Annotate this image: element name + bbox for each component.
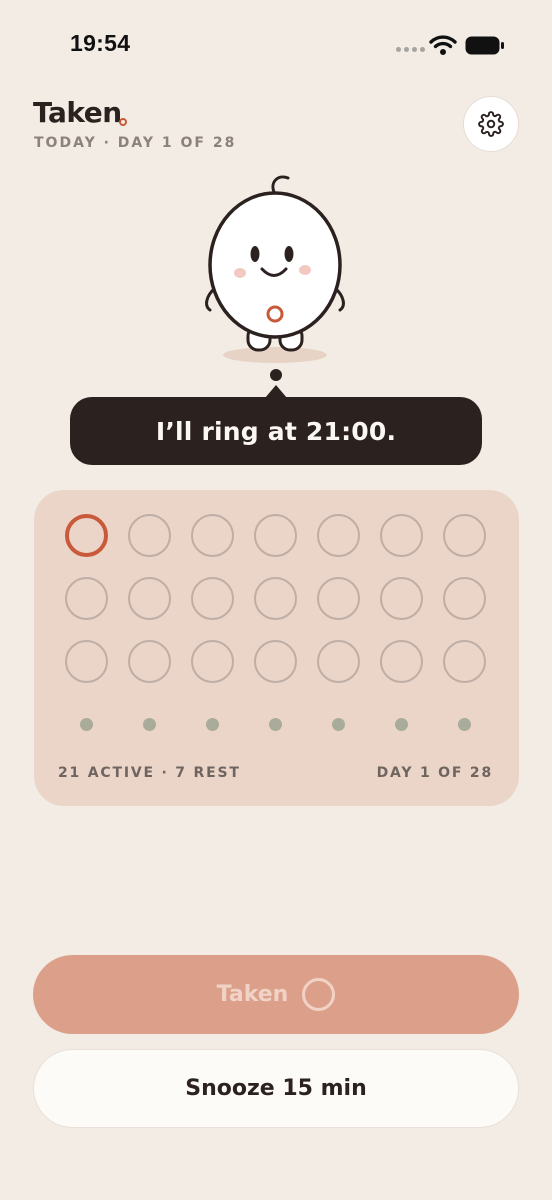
pill-rest-dot xyxy=(142,717,156,731)
pill-rest-dot xyxy=(268,717,282,731)
pill-active[interactable] xyxy=(127,639,171,683)
pill-active[interactable] xyxy=(190,513,234,557)
taken-button-label: Taken xyxy=(216,982,289,1007)
bubble-pointer-dot xyxy=(270,369,282,381)
pill-active[interactable] xyxy=(379,513,423,557)
pill-rest-dot xyxy=(331,717,345,731)
status-bar: 19:54 xyxy=(0,0,552,90)
pill-active[interactable] xyxy=(316,576,360,620)
status-time: 19:54 xyxy=(70,30,131,56)
pack-summary: 21 ACTIVE · 7 REST xyxy=(58,765,241,781)
pack-day-counter: DAY 1 OF 28 xyxy=(376,765,493,781)
brand-dot-icon xyxy=(119,118,127,126)
pill-active[interactable] xyxy=(316,513,360,557)
day-subtitle: TODAY · DAY 1 OF 28 xyxy=(34,135,237,151)
wifi-icon xyxy=(429,35,457,55)
brand-title: Taken xyxy=(33,96,122,129)
snooze-button-label: Snooze 15 min xyxy=(185,1076,367,1101)
pill-active[interactable] xyxy=(316,639,360,683)
pill-active[interactable] xyxy=(253,576,297,620)
pill-active[interactable] xyxy=(442,576,486,620)
pill-rest-dot xyxy=(205,717,219,731)
taken-button[interactable]: Taken xyxy=(33,955,519,1034)
settings-button[interactable] xyxy=(463,96,519,152)
pill-active[interactable] xyxy=(442,513,486,557)
reminder-text: I’ll ring at 21:00. xyxy=(155,416,397,446)
pill-active[interactable] xyxy=(127,576,171,620)
pill-active[interactable] xyxy=(190,639,234,683)
pill-rest-dot xyxy=(394,717,408,731)
snooze-button[interactable]: Snooze 15 min xyxy=(33,1049,519,1128)
pill-active[interactable] xyxy=(64,576,108,620)
gear-icon xyxy=(478,111,504,137)
pill-pack: 21 ACTIVE · 7 REST DAY 1 OF 28 xyxy=(34,490,519,806)
pill-active[interactable] xyxy=(64,639,108,683)
pill-current[interactable] xyxy=(64,513,108,557)
pill-active[interactable] xyxy=(379,576,423,620)
pill-active[interactable] xyxy=(379,639,423,683)
pill-active[interactable] xyxy=(253,639,297,683)
pill-active[interactable] xyxy=(442,639,486,683)
signal-dots-icon xyxy=(396,47,425,52)
pill-active[interactable] xyxy=(127,513,171,557)
pill-rest-dot xyxy=(457,717,471,731)
pill-rest-dot xyxy=(79,717,93,731)
reminder-bubble: I’ll ring at 21:00. xyxy=(70,385,482,465)
egg-mascot-icon xyxy=(205,175,345,363)
ring-icon xyxy=(302,978,336,1011)
pill-active[interactable] xyxy=(253,513,297,557)
battery-icon xyxy=(465,36,504,55)
pill-active[interactable] xyxy=(190,576,234,620)
